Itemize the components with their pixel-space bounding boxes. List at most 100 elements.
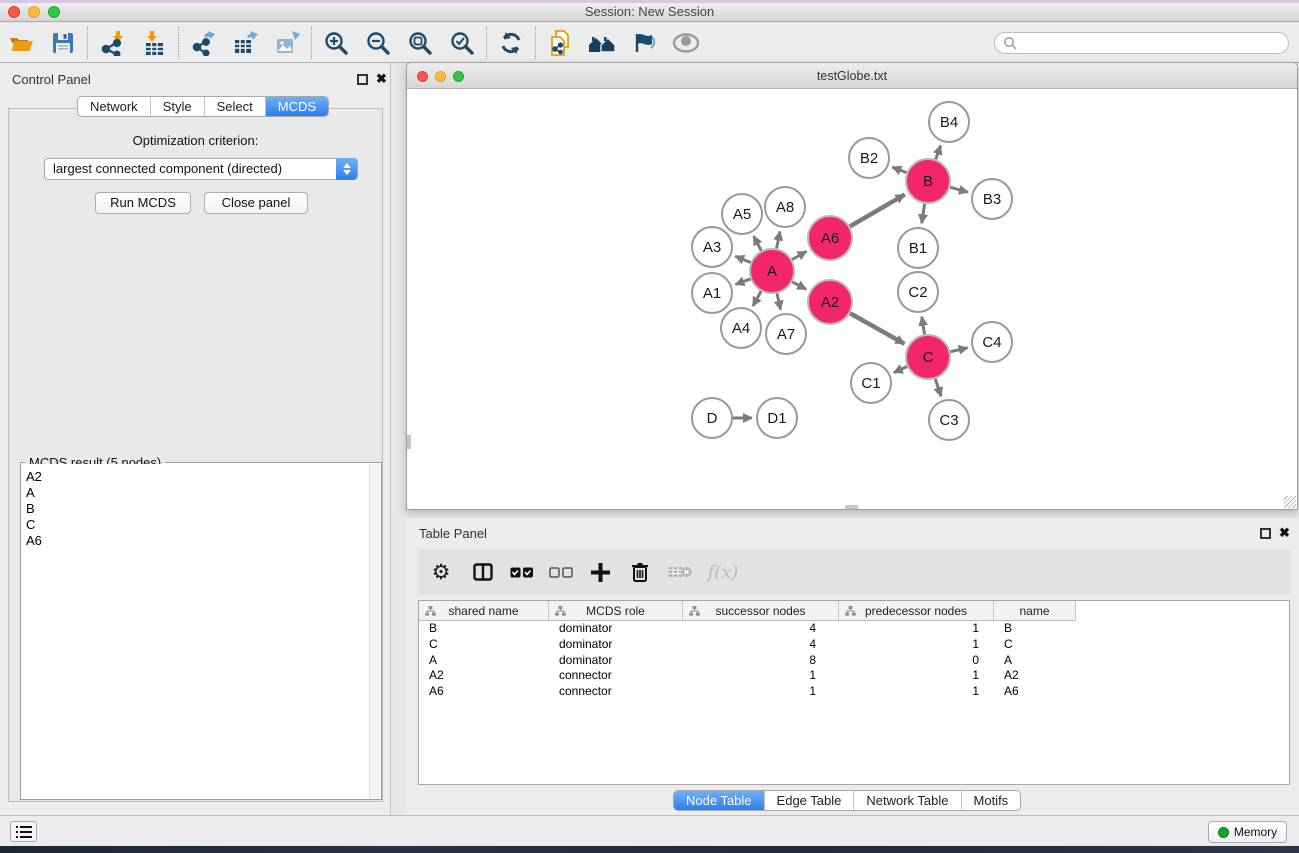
mcds-result-item[interactable]: A — [22, 485, 369, 501]
delete-column-trash-icon[interactable] — [620, 555, 660, 589]
graph-edge-C-C1[interactable] — [894, 367, 907, 373]
resize-grip[interactable] — [1284, 496, 1296, 508]
close-panel-icon[interactable]: ✖ — [376, 71, 387, 87]
show-panels-list-icon[interactable] — [10, 821, 37, 842]
show-graphics-details-icon[interactable] — [665, 26, 707, 60]
table-row[interactable]: Bdominator41B — [419, 621, 1289, 637]
tab-network-table[interactable]: Network Table — [853, 791, 960, 810]
graph-edge-C-C4[interactable] — [950, 348, 967, 352]
export-table-icon[interactable] — [224, 26, 266, 60]
mcds-result-item[interactable]: B — [22, 501, 369, 517]
close-table-panel-icon[interactable]: ✖ — [1279, 525, 1290, 541]
table-row[interactable]: A6connector11A6 — [419, 684, 1289, 700]
graph-edge-A6-B[interactable] — [850, 195, 905, 227]
column-header-successor-nodes[interactable]: successor nodes — [683, 601, 839, 621]
close-panel-button[interactable]: Close panel — [204, 192, 308, 214]
column-header-name[interactable]: name — [994, 601, 1076, 621]
open-file-icon[interactable] — [0, 26, 42, 60]
table-row[interactable]: A2connector11A2 — [419, 668, 1289, 684]
graph-node-A5[interactable]: A5 — [722, 194, 762, 234]
graph-node-A7[interactable]: A7 — [766, 314, 806, 354]
tab-style[interactable]: Style — [150, 97, 204, 116]
add-column-icon[interactable] — [580, 555, 620, 589]
graph-node-B1[interactable]: B1 — [898, 228, 938, 268]
zoom-fit-icon[interactable] — [399, 26, 441, 60]
graph-node-A2[interactable]: A2 — [808, 280, 852, 324]
graph-edge-B-B3[interactable] — [950, 187, 968, 192]
graph-edge-C-C3[interactable] — [935, 379, 941, 396]
graph-edge-B-B2[interactable] — [892, 167, 906, 173]
graph-node-B3[interactable]: B3 — [972, 179, 1012, 219]
horizontal-scroll-thumb[interactable] — [845, 505, 858, 509]
graph-node-D1[interactable]: D1 — [757, 398, 797, 438]
table-row[interactable]: Adominator80A — [419, 653, 1289, 669]
run-mcds-button[interactable]: Run MCDS — [95, 192, 191, 214]
export-image-icon[interactable] — [266, 26, 308, 60]
import-network-icon[interactable] — [91, 26, 133, 60]
table-row[interactable]: Cdominator41C — [419, 637, 1289, 653]
show-columns-icon[interactable] — [464, 555, 502, 589]
tab-mcds[interactable]: MCDS — [265, 97, 328, 116]
duplicate-network-icon[interactable] — [539, 26, 581, 60]
mcds-result-item[interactable]: A2 — [22, 469, 369, 485]
graph-node-A1[interactable]: A1 — [692, 273, 732, 313]
tab-edge-table[interactable]: Edge Table — [764, 791, 854, 810]
table-options-gear-icon[interactable]: ⚙ — [418, 555, 464, 589]
column-header-predecessor-nodes[interactable]: predecessor nodes — [839, 601, 994, 621]
column-header-MCDS-role[interactable]: MCDS role — [549, 601, 683, 621]
memory-button[interactable]: Memory — [1208, 821, 1287, 843]
network-graph: B4 B2 B B3 A5A8A6 B1 A3 A C2 A1 A2 A4A7 C C4 C1 C3 D D1 — [407, 89, 1297, 509]
mcds-result-item[interactable]: A6 — [22, 533, 369, 549]
network-canvas[interactable]: B4 B2 B B3 A5A8A6 B1 A3 A C2 A1 A2 A4A7 C C4 C1 C3 D D1 — [407, 89, 1297, 509]
graph-edge-A-A7[interactable] — [777, 293, 781, 309]
zoom-selected-icon[interactable] — [441, 26, 483, 60]
graph-edge-B-B1[interactable] — [922, 204, 925, 224]
graph-edge-A-A8[interactable] — [777, 231, 780, 248]
graph-node-C2[interactable]: C2 — [898, 272, 938, 312]
graph-node-C4[interactable]: C4 — [972, 322, 1012, 362]
graph-node-C[interactable]: C — [906, 335, 950, 379]
graph-node-B4[interactable]: B4 — [929, 102, 969, 142]
graph-node-A8[interactable]: A8 — [765, 187, 805, 227]
graph-node-C3[interactable]: C3 — [929, 400, 969, 440]
first-neighbors-icon[interactable] — [581, 26, 623, 60]
graph-node-A3[interactable]: A3 — [692, 227, 732, 267]
refresh-layout-icon[interactable] — [490, 26, 532, 60]
column-header-shared-name[interactable]: shared name — [419, 601, 549, 621]
save-session-icon[interactable] — [42, 26, 84, 60]
graph-node-A[interactable]: A — [750, 249, 794, 293]
mcds-result-item[interactable]: C — [22, 517, 369, 533]
hide-graphics-details-icon[interactable] — [623, 26, 665, 60]
float-panel-icon[interactable] — [357, 74, 368, 85]
zoom-in-icon[interactable] — [315, 26, 357, 60]
graph-node-B2[interactable]: B2 — [849, 138, 889, 178]
graph-node-B[interactable]: B — [906, 159, 950, 203]
optimization-criterion-select[interactable]: largest connected component (directed) — [44, 158, 358, 180]
graph-node-A6[interactable]: A6 — [808, 216, 852, 260]
graph-edge-A-A2[interactable] — [792, 282, 806, 289]
list-scrollbar[interactable] — [369, 464, 380, 798]
import-table-icon[interactable] — [133, 26, 175, 60]
graph-edge-C-C2[interactable] — [922, 317, 925, 335]
graph-edge-A2-C[interactable] — [850, 313, 904, 344]
select-all-checkboxes-icon[interactable] — [502, 555, 542, 589]
graph-node-A4[interactable]: A4 — [721, 308, 761, 348]
graph-edge-A-A6[interactable] — [792, 251, 807, 259]
tab-select[interactable]: Select — [204, 97, 265, 116]
tab-network[interactable]: Network — [78, 97, 150, 116]
float-table-panel-icon[interactable] — [1260, 528, 1271, 539]
graph-edge-A-A1[interactable] — [735, 279, 750, 284]
graph-node-C1[interactable]: C1 — [851, 363, 891, 403]
graph-edge-A-A5[interactable] — [754, 236, 762, 251]
graph-node-D[interactable]: D — [692, 398, 732, 438]
deselect-all-checkboxes-icon[interactable] — [542, 555, 580, 589]
tab-node-table[interactable]: Node Table — [674, 791, 764, 810]
export-network-icon[interactable] — [182, 26, 224, 60]
zoom-out-icon[interactable] — [357, 26, 399, 60]
search-input[interactable] — [994, 32, 1289, 54]
graph-edge-A-A3[interactable] — [735, 256, 750, 262]
tab-motifs[interactable]: Motifs — [961, 791, 1021, 810]
vertical-scroll-thumb[interactable] — [407, 435, 411, 449]
graph-edge-A-A4[interactable] — [753, 291, 761, 306]
graph-edge-B-B4[interactable] — [936, 146, 941, 160]
